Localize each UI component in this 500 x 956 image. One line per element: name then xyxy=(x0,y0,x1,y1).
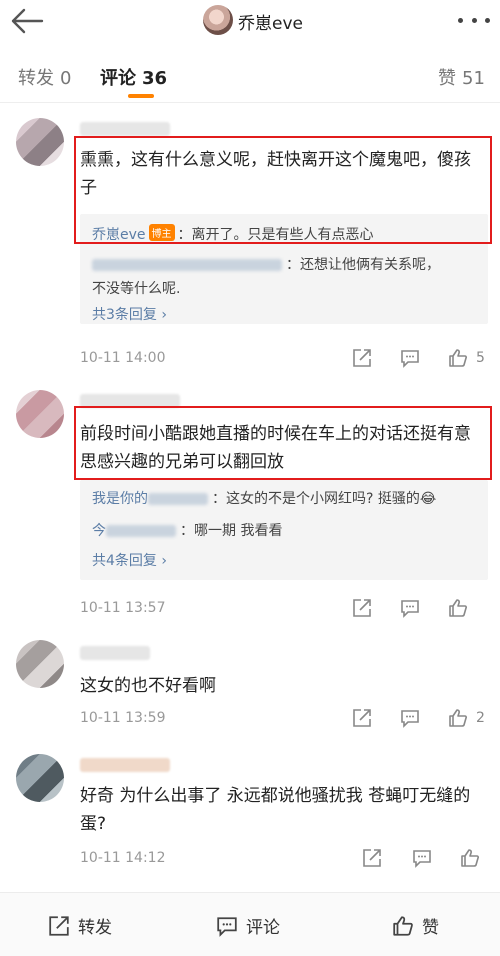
back-arrow-icon[interactable] xyxy=(10,6,44,36)
tab-repost[interactable]: 转发 0 xyxy=(18,64,71,90)
comment-item: 熏熏，这有什么意义呢，赶快离开这个魔鬼吧，傻孩子 乔崽eve 博主 ：离开了。只是有… xyxy=(0,112,500,380)
avatar[interactable] xyxy=(16,118,64,166)
tab-count: 36 xyxy=(142,68,168,89)
repost-icon xyxy=(49,915,69,936)
tab-label: 转发 xyxy=(18,68,54,89)
commenter-name-blurred[interactable] xyxy=(80,758,170,772)
tab-label: 赞 xyxy=(438,68,456,89)
like-button[interactable]: 赞 xyxy=(392,913,439,938)
author-avatar[interactable] xyxy=(203,5,233,35)
tab-likes[interactable]: 赞 51 xyxy=(438,64,485,90)
comment-text: 这女的也不好看啊 xyxy=(80,676,216,696)
comment-button[interactable]: 评论 xyxy=(216,913,280,938)
comment-text: 好奇 为什么出事了 永远都说他骚扰我 苍蝇叮无缝的蛋? xyxy=(80,786,471,834)
reply-item: 不没等什么呢. xyxy=(92,278,180,298)
reply-item: 今 ：哪一期 我看看 xyxy=(92,520,282,540)
comment-time: 10-11 13:57 xyxy=(80,600,166,616)
reply-author[interactable]: 今 xyxy=(92,523,106,539)
thumbs-up-icon[interactable] xyxy=(448,348,468,368)
commenter-name-blurred[interactable] xyxy=(80,646,150,660)
like-count: 5 xyxy=(476,350,485,366)
comment-icon[interactable] xyxy=(412,848,432,868)
thumbs-up-icon[interactable] xyxy=(460,848,480,868)
commenter-name-blurred[interactable] xyxy=(80,122,170,136)
repost-icon[interactable] xyxy=(352,708,372,728)
avatar[interactable] xyxy=(16,390,64,438)
avatar[interactable] xyxy=(16,754,64,802)
highlight-box xyxy=(74,136,492,244)
more-replies-link[interactable]: 共4条回复 › xyxy=(92,550,167,570)
like-label: 赞 xyxy=(422,918,439,938)
reply-author-blurred[interactable] xyxy=(92,259,282,271)
top-bar: 乔崽eve xyxy=(0,0,500,44)
reply-author[interactable]: 我是你的 xyxy=(92,491,148,507)
comment-icon[interactable] xyxy=(400,348,420,368)
reply-author-blurred xyxy=(106,525,176,537)
bottom-action-bar: 转发 评论 赞 xyxy=(0,892,500,956)
thumbs-up-icon[interactable] xyxy=(448,708,468,728)
comment-icon[interactable] xyxy=(400,708,420,728)
highlight-box xyxy=(74,406,492,480)
tab-count: 51 xyxy=(462,68,485,89)
reply-box[interactable]: 我是你的 ：这女的不是个小网红吗? 挺骚的😂 今 ：哪一期 我看看 共4条回复 › xyxy=(80,480,488,580)
tab-comments[interactable]: 评论 36 xyxy=(100,64,167,90)
repost-label: 转发 xyxy=(78,918,112,938)
comment-icon xyxy=(217,916,237,937)
more-replies-link[interactable]: 共3条回复 › xyxy=(92,304,167,324)
active-tab-indicator xyxy=(128,94,154,98)
like-count: 2 xyxy=(476,710,485,726)
tab-label: 评论 xyxy=(100,68,136,89)
thumbs-up-icon[interactable] xyxy=(448,598,468,618)
repost-icon[interactable] xyxy=(352,598,372,618)
comment-item: 这女的也不好看啊 10-11 13:59 2 xyxy=(0,634,500,734)
avatar[interactable] xyxy=(16,640,64,688)
reply-text: ：还想让他俩有关系呢， xyxy=(286,257,440,273)
comment-time: 10-11 14:12 xyxy=(80,850,166,866)
comment-item: 好奇 为什么出事了 永远都说他骚扰我 苍蝇叮无缝的蛋? 10-11 14:12 xyxy=(0,746,500,876)
tab-count: 0 xyxy=(60,68,72,89)
divider xyxy=(0,102,500,103)
author-name[interactable]: 乔崽eve xyxy=(238,9,303,34)
reply-text: 不没等什么呢. xyxy=(92,281,181,297)
comment-item: 前段时间小酷跟她直播的时候在车上的对话还挺有意思感兴趣的兄弟可以翻回放 我是你的… xyxy=(0,384,500,624)
more-options-icon[interactable] xyxy=(458,13,490,27)
repost-icon[interactable] xyxy=(352,348,372,368)
thumbs-up-icon xyxy=(393,915,413,936)
reply-item: 我是你的 ：这女的不是个小网红吗? 挺骚的😂 xyxy=(92,488,436,508)
tab-bar: 转发 0 评论 36 赞 51 xyxy=(0,56,500,102)
reply-author-blurred xyxy=(148,493,208,505)
comment-label: 评论 xyxy=(246,918,280,938)
repost-icon[interactable] xyxy=(362,848,382,868)
reply-text: ：哪一期 我看看 xyxy=(180,523,283,539)
repost-button[interactable]: 转发 xyxy=(48,913,112,938)
reply-item: ：还想让他俩有关系呢， xyxy=(92,254,440,274)
comment-icon[interactable] xyxy=(400,598,420,618)
comment-time: 10-11 14:00 xyxy=(80,350,166,366)
comment-time: 10-11 13:59 xyxy=(80,710,166,726)
reply-text: ：这女的不是个小网红吗? 挺骚的😂 xyxy=(212,491,437,507)
